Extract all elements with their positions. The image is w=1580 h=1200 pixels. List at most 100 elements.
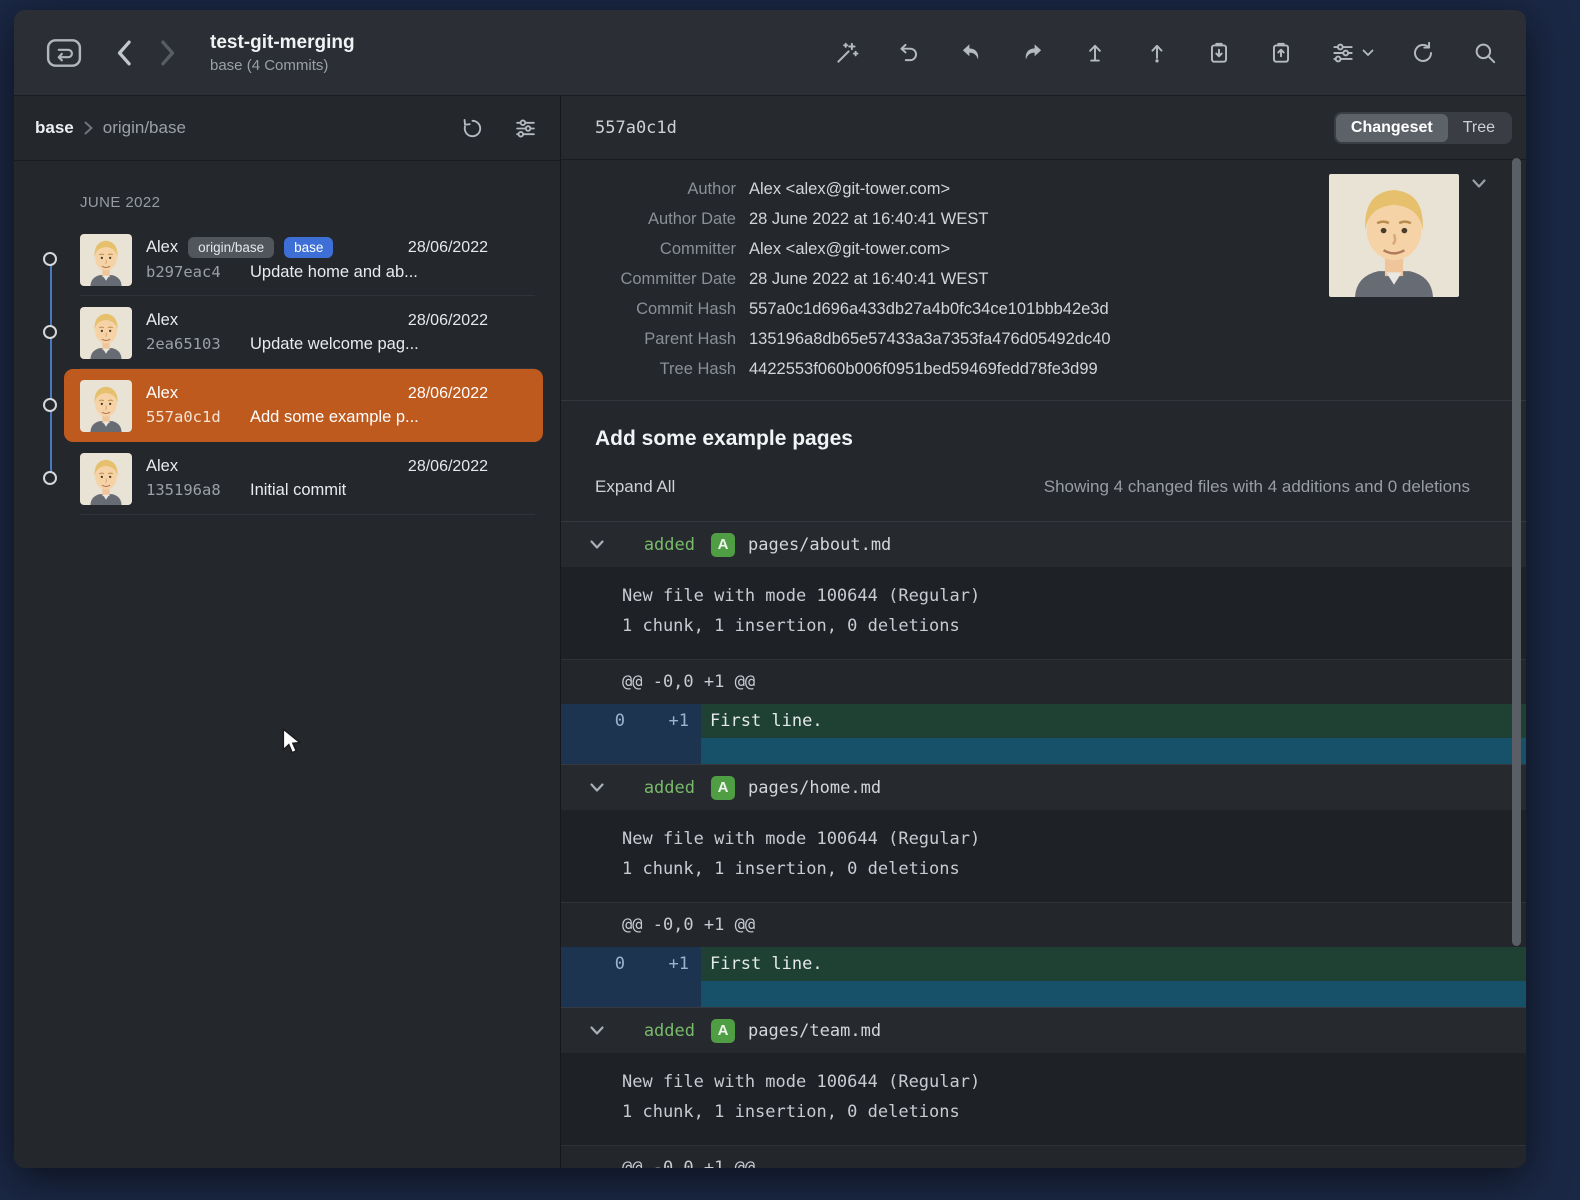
commit-row[interactable]: Alexorigin/basebase28/06/2022b297eac4Upd… (64, 223, 543, 296)
commit-list-body: JUNE 2022 Alexorigin/basebase28/06/2022b… (14, 161, 560, 1168)
metadata-value: 4422553f060b006f0951bed59469fedd78fe3d99 (749, 360, 1098, 379)
file-diff-header[interactable]: addedApages/home.md (561, 764, 1526, 810)
metadata-label: Committer Date (561, 270, 736, 289)
back-button[interactable] (114, 39, 134, 67)
commit-hash-short: 2ea65103 (146, 335, 250, 353)
commit-graph-node (43, 325, 57, 339)
refresh-icon[interactable] (1410, 40, 1436, 66)
chevron-down-icon[interactable] (589, 539, 605, 550)
branch-icon[interactable] (1144, 40, 1170, 66)
repository-switcher-button[interactable] (40, 33, 88, 73)
branch-tag-base[interactable]: base (284, 237, 333, 258)
fetch-icon[interactable] (1082, 40, 1108, 66)
file-stats-line: 1 chunk, 1 insertion, 0 deletions (561, 1097, 1526, 1127)
commit-author-name: Alex (146, 238, 178, 257)
breadcrumb-upstream-branch[interactable]: origin/base (103, 118, 186, 138)
main-split: base origin/base JUNE 2022 Alex origin/ba… (14, 96, 1526, 1168)
commit-graph-line (50, 259, 52, 479)
hunk-header: @@ -0,0 +1 @@ (561, 902, 1526, 947)
file-diff-header[interactable]: addedApages/about.md (561, 521, 1526, 567)
commit-author-avatar (80, 234, 132, 286)
chevron-down-icon[interactable] (589, 1025, 605, 1036)
metadata-row: Commit Hash557a0c1d696a433db27a4b0fc34ce… (561, 294, 1526, 324)
diff-line-content: First line. (701, 947, 1526, 981)
diff-new-line-number: +1 (649, 704, 701, 738)
tab-changeset[interactable]: Changeset (1336, 114, 1448, 142)
commit-message-preview: Initial commit (250, 481, 346, 500)
commit-graph-node (43, 252, 57, 266)
commit-message-preview: Update home and ab... (250, 263, 418, 282)
breadcrumb: base origin/base (35, 118, 186, 138)
tab-tree[interactable]: Tree (1448, 114, 1510, 142)
commit-author-avatar (80, 380, 132, 432)
hunk-header: @@ -0,0 +1 @@ (561, 1145, 1526, 1168)
author-avatar-large (1329, 174, 1459, 297)
metadata-label: Tree Hash (561, 360, 736, 379)
apply-stash-icon[interactable] (1268, 40, 1294, 66)
commit-message-preview: Add some example p... (250, 408, 419, 427)
metadata-value: 135196a8db65e57433a3a7353fa476d05492dc40 (749, 330, 1111, 349)
commit-group-label: JUNE 2022 (80, 191, 560, 215)
vertical-scrollbar[interactable] (1512, 158, 1521, 946)
view-options-icon[interactable] (1330, 40, 1374, 66)
commit-detail-panel: 557a0c1d ChangesetTree AuthorAlex <alex@… (561, 96, 1526, 1168)
metadata-value: Alex <alex@git-tower.com> (749, 240, 950, 259)
commit-list-panel: base origin/base JUNE 2022 Alex origin/ba… (14, 96, 561, 1168)
commit-graph-node (43, 471, 57, 485)
commit-author-avatar (80, 453, 132, 505)
filter-icon[interactable] (513, 116, 538, 141)
diff-old-line-number: 0 (561, 947, 649, 981)
commit-date: 28/06/2022 (408, 458, 488, 476)
metadata-label: Author Date (561, 210, 736, 229)
metadata-label: Commit Hash (561, 300, 736, 319)
view-mode-segmented-control: ChangesetTree (1334, 112, 1512, 144)
forward-button[interactable] (158, 39, 178, 67)
commit-row[interactable]: Alex 28/06/2022 557a0c1dAdd some example p… (64, 369, 543, 442)
file-path: pages/team.md (748, 1021, 881, 1041)
commit-message-preview: Update welcome pag... (250, 335, 419, 354)
file-mode-line: New file with mode 100644 (Regular) (561, 581, 1526, 611)
commit-date: 28/06/2022 (408, 312, 488, 330)
commit-message-section: Add some example pages Expand All Showin… (561, 401, 1526, 521)
breadcrumb-current-branch[interactable]: base (35, 118, 74, 138)
wand-icon[interactable] (834, 40, 860, 66)
file-diff-header[interactable]: addedApages/team.md (561, 1007, 1526, 1053)
commit-date: 28/06/2022 (408, 239, 488, 257)
file-mode-line: New file with mode 100644 (Regular) (561, 1067, 1526, 1097)
expand-all-button[interactable]: Expand All (595, 477, 675, 497)
changeset-toolbar-row: Expand All Showing 4 changed files with … (595, 477, 1492, 497)
file-status-badge: A (711, 776, 735, 800)
commit-short-hash: 557a0c1d (595, 118, 677, 138)
diff-empty-gutter (561, 738, 701, 764)
commit-date: 28/06/2022 (408, 385, 488, 403)
commit-row-text: Alex28/06/20222ea65103Update welcome pag… (146, 311, 488, 354)
commit-hash-short: 557a0c1d (146, 408, 250, 426)
diff-new-line-number: +1 (649, 947, 701, 981)
search-icon[interactable] (1472, 40, 1498, 66)
app-window: test-git-merging base (4 Commits) base o… (14, 10, 1526, 1168)
undo-icon[interactable] (896, 40, 922, 66)
pull-icon[interactable] (958, 40, 984, 66)
history-icon[interactable] (460, 116, 485, 141)
chevron-down-icon[interactable] (589, 782, 605, 793)
diff-empty-line (561, 981, 1526, 1007)
branch-tag-origin-base[interactable]: origin/base (188, 237, 274, 258)
chevron-right-icon (83, 120, 94, 136)
file-diff-meta: New file with mode 100644 (Regular)1 chu… (561, 810, 1526, 902)
diff-empty-gutter (561, 981, 701, 1007)
commit-row-line2: 557a0c1dAdd some example p... (146, 408, 488, 427)
diff-line-content: First line. (701, 704, 1526, 738)
commit-row[interactable]: Alex28/06/20222ea65103Update welcome pag… (64, 296, 543, 369)
commit-row-text: Alexorigin/basebase28/06/2022b297eac4Upd… (146, 237, 488, 282)
metadata-value: Alex <alex@git-tower.com> (749, 180, 950, 199)
commit-author-avatar (80, 307, 132, 359)
file-stats-line: 1 chunk, 1 insertion, 0 deletions (561, 854, 1526, 884)
commit-author-name: Alex (146, 384, 178, 403)
commit-row[interactable]: Alex28/06/2022135196a8Initial commit (64, 442, 543, 515)
metadata-row: Tree Hash 4422553f060b006f0951bed59469fed… (561, 354, 1526, 384)
file-stats-line: 1 chunk, 1 insertion, 0 deletions (561, 611, 1526, 641)
avatar-menu-chevron-icon[interactable] (1471, 178, 1487, 189)
commit-row-line1: Alex28/06/2022 (146, 457, 488, 476)
push-icon[interactable] (1020, 40, 1046, 66)
stash-icon[interactable] (1206, 40, 1232, 66)
